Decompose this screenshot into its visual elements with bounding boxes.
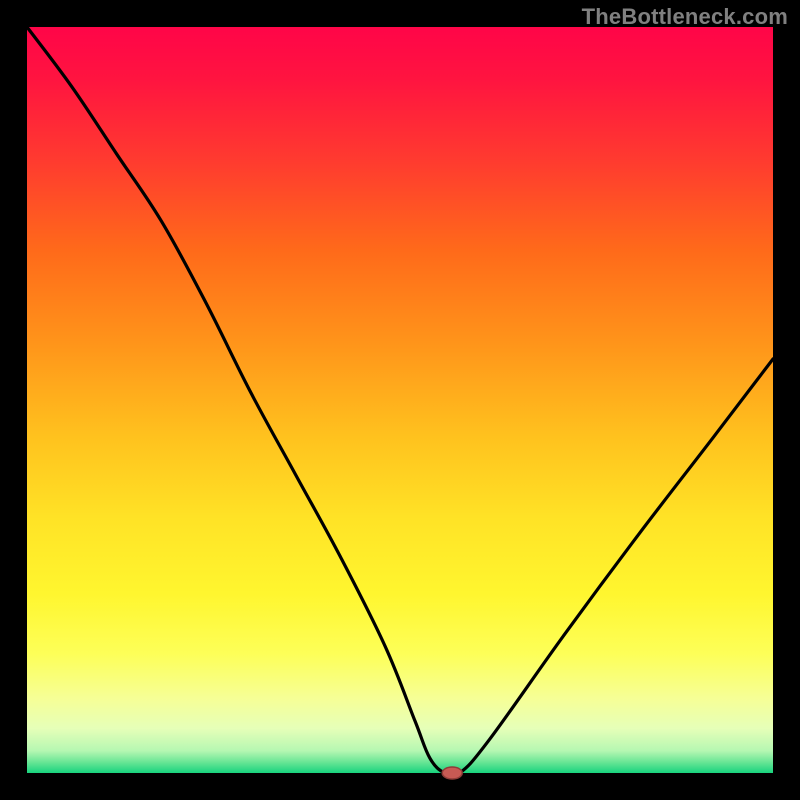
- minimum-marker: [442, 767, 462, 779]
- chart-background: [27, 27, 773, 773]
- chart-frame: TheBottleneck.com: [0, 0, 800, 800]
- watermark-text: TheBottleneck.com: [582, 4, 788, 30]
- bottleneck-chart: [0, 0, 800, 800]
